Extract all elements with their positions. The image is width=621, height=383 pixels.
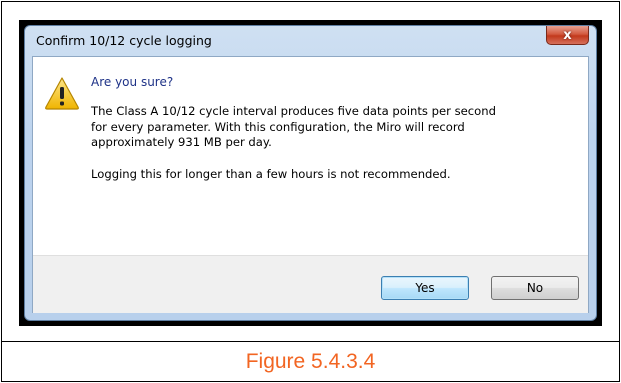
dialog-title: Confirm 10/12 cycle logging	[36, 33, 212, 48]
dialog-client-area: Are you sure? The Class A 10/12 cycle in…	[32, 56, 589, 313]
message-line: Logging this for longer than a few hours…	[91, 166, 451, 181]
dialog-heading: Are you sure?	[91, 75, 174, 89]
close-icon: x	[563, 27, 572, 43]
message-area: Are you sure? The Class A 10/12 cycle in…	[33, 57, 588, 255]
close-button[interactable]: x	[546, 26, 589, 45]
screenshot-border: Confirm 10/12 cycle logging x Are you su…	[19, 20, 602, 326]
dialog-message: The Class A 10/12 cycle interval produce…	[91, 104, 571, 182]
message-line: approximately 931 MB per day.	[91, 135, 272, 149]
title-bar[interactable]: Confirm 10/12 cycle logging x	[25, 26, 596, 56]
no-button[interactable]: No	[491, 276, 579, 300]
message-line: The Class A 10/12 cycle interval produce…	[91, 104, 496, 118]
button-bar: Yes No	[33, 255, 588, 313]
table-row-divider	[1, 341, 620, 342]
message-line: for every parameter. With this configura…	[91, 119, 465, 134]
confirm-dialog: Confirm 10/12 cycle logging x Are you su…	[24, 25, 597, 321]
yes-button[interactable]: Yes	[381, 276, 469, 300]
warning-icon	[45, 77, 79, 110]
figure-caption: Figure 5.4.3.4	[245, 350, 376, 373]
